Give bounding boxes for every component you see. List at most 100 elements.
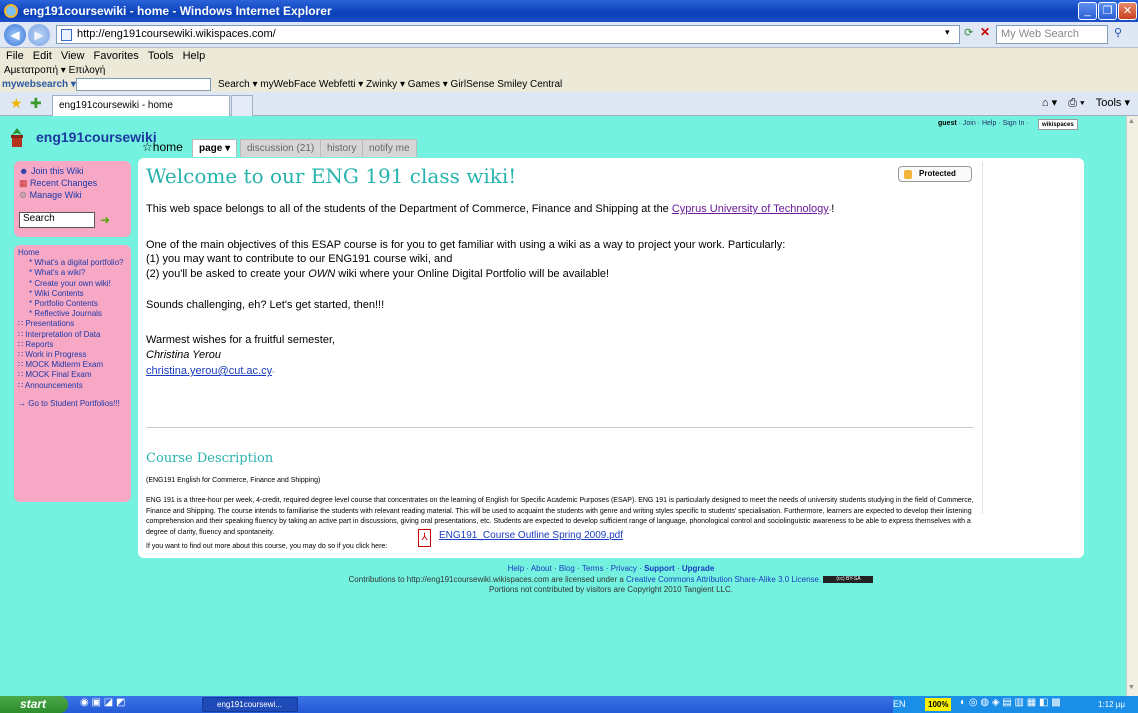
wrench-icon: ⚙	[19, 190, 28, 200]
tab-bar: ★ ✚ eng191coursewiki - home ⌂ ▾ ⎙ ▾ Tool…	[0, 92, 1138, 116]
search-icon[interactable]: ⚲	[1114, 26, 1122, 39]
copyright-text: Portions not contributed by visitors are…	[489, 585, 733, 594]
wikispaces-badge[interactable]: wikispaces	[1038, 119, 1078, 130]
ie-quicklaunch-icon[interactable]: ◉	[80, 697, 89, 708]
menu-view[interactable]: View	[61, 48, 85, 64]
stop-icon[interactable]: ✕	[980, 25, 990, 39]
search-go-icon[interactable]: ➜	[100, 214, 110, 226]
nav-interpretation-of-data[interactable]: ∷ Interpretation of Data	[18, 330, 127, 340]
menu-file[interactable]: File	[6, 48, 24, 64]
back-button[interactable]: ◀	[4, 24, 26, 46]
tab-discussion[interactable]: discussion (21)	[240, 139, 322, 157]
forward-button[interactable]: ▶	[28, 24, 50, 46]
license-link[interactable]: Creative Commons Attribution Share-Alike…	[626, 575, 821, 584]
divider	[146, 427, 974, 428]
recent-changes-link[interactable]: ▦ Recent Changes	[19, 177, 126, 189]
cut-link[interactable]: Cyprus University of Technology	[672, 203, 829, 215]
nav-wiki-contents[interactable]: * Wiki Contents	[18, 289, 127, 299]
tab-history[interactable]: history	[320, 139, 364, 157]
mywebsearch-label[interactable]: mywebsearch ▾	[2, 78, 76, 92]
address-input[interactable]: http://eng191coursewiki.wikispaces.com/	[56, 25, 960, 44]
nav-reports[interactable]: ∷ Reports	[18, 340, 127, 350]
browser-tab[interactable]: eng191coursewiki - home	[52, 95, 230, 116]
upgrade-link[interactable]: Upgrade	[682, 564, 714, 573]
point-one: (1) you may want to contribute to our EN…	[146, 253, 453, 265]
menu-tools[interactable]: Tools	[148, 48, 174, 64]
account-links[interactable]: · Join · Help · Sign In ·	[959, 120, 1029, 127]
nav-announcements[interactable]: ∷ Announcements	[18, 381, 127, 391]
license-text: Contributions to http://eng191coursewiki…	[348, 574, 627, 584]
toolbar-items[interactable]: Search ▾ myWebFace Webfetti ▾ Zwinky ▾ G…	[218, 78, 562, 92]
menu-help[interactable]: Help	[183, 48, 206, 64]
nav-mock-midterm[interactable]: ∷ MOCK Midterm Exam	[18, 360, 127, 370]
support-link[interactable]: Support	[644, 564, 675, 573]
find-out-text: If you want to find out more about this …	[146, 543, 388, 550]
tab-notify-me[interactable]: notify me	[362, 139, 417, 157]
start-button[interactable]: start	[0, 696, 68, 713]
menu-edit[interactable]: Edit	[33, 48, 52, 64]
join-wiki-link[interactable]: ☻ Join this Wiki	[19, 165, 126, 177]
menu-favorites[interactable]: Favorites	[94, 48, 139, 64]
nav-create-wiki[interactable]: * Create your own wiki!	[18, 279, 127, 289]
external-link-icon: ▫	[272, 369, 275, 376]
wiki-name-link[interactable]: eng191coursewiki	[36, 129, 157, 145]
print-icon[interactable]: ⎙ ▾	[1068, 97, 1084, 109]
course-description-heading: Course Description	[146, 451, 274, 466]
nav-work-in-progress[interactable]: ∷ Work in Progress	[18, 350, 127, 360]
email-line: christina.yerou@cut.ac.cy▫	[146, 365, 275, 377]
home-icon[interactable]: ⌂ ▾	[1042, 97, 1057, 109]
calendar-icon: ▦	[19, 178, 28, 188]
mywebsearch-input[interactable]	[76, 78, 211, 91]
vertical-scrollbar[interactable]: ▲ ▼	[1126, 116, 1138, 696]
main-content: Welcome to our ENG 191 class wiki! Prote…	[138, 158, 1084, 558]
tray-icons[interactable]: ◐ ◎ ◍ ◈ ▤ ▥ ▦ ◧ ▩	[960, 697, 1061, 708]
taskbar: start ◉ ▣ ◪ ◩ eng191coursewi... EN 100% …	[0, 696, 1138, 713]
nav-home[interactable]: Home	[18, 248, 127, 258]
tools-menu[interactable]: Tools ▾	[1096, 97, 1130, 109]
ie-logo-icon	[4, 4, 18, 18]
refresh-icon[interactable]: ⟳	[964, 26, 973, 39]
user-links: guest · Join · Help · Sign In ·	[938, 120, 1029, 127]
desktop-icon[interactable]: ◩	[116, 697, 125, 708]
favorites-star-icon[interactable]: ★	[10, 95, 23, 112]
nav-student-portfolios[interactable]: → Go to Student Portfolios!!!	[18, 399, 127, 409]
tab-page[interactable]: page ▾	[192, 139, 238, 157]
quick-launch: ◉ ▣ ◪ ◩	[80, 697, 125, 708]
word-icon[interactable]: ▣	[92, 697, 101, 708]
email-link[interactable]: christina.yerou@cut.ac.cy	[146, 365, 272, 377]
taskbar-window-button[interactable]: eng191coursewi...	[202, 697, 298, 712]
mywebsearch-toolbar: mywebsearch ▾ Search ▾ myWebFace Webfett…	[0, 78, 1138, 92]
nav-presentations[interactable]: ∷ Presentations	[18, 319, 127, 329]
new-tab-button[interactable]	[231, 95, 253, 116]
nav-reflective-journals[interactable]: * Reflective Journals	[18, 309, 127, 319]
menu-bar: File Edit View Favorites Tools Help	[0, 48, 1138, 64]
address-toolbar: ◀ ▶ http://eng191coursewiki.wikispaces.c…	[0, 22, 1138, 48]
nav-mock-final[interactable]: ∷ MOCK Final Exam	[18, 370, 127, 380]
nav-what-is-wiki[interactable]: * What's a wiki?	[18, 268, 127, 278]
point-two: (2) you'll be asked to create your OWN w…	[146, 268, 610, 280]
nav-portfolio-contents[interactable]: * Portfolio Contents	[18, 299, 127, 309]
star-icon[interactable]: ☆	[142, 140, 153, 154]
cc-license-badge[interactable]: (cc) BY-SA	[823, 575, 874, 583]
maximize-button[interactable]: ❐	[1098, 2, 1117, 20]
add-favorites-icon[interactable]: ✚	[30, 95, 42, 112]
language-indicator[interactable]: EN	[893, 696, 906, 713]
close-button[interactable]: ✕	[1118, 2, 1137, 20]
objectives-text: One of the main objectives of this ESAP …	[146, 239, 786, 251]
outlook-icon[interactable]: ◪	[104, 697, 113, 708]
nav-digital-portfolio[interactable]: * What's a digital portfolio?	[18, 258, 127, 268]
wiki-search-input[interactable]: Search	[19, 212, 95, 228]
course-outline-pdf-link[interactable]: ENG191_Course Outline Spring 2009.pdf	[439, 530, 623, 541]
footer-links[interactable]: Help · About · Blog · Terms · Privacy ·	[508, 564, 642, 573]
scroll-down-icon[interactable]: ▼	[1128, 684, 1137, 694]
scroll-up-icon[interactable]: ▲	[1128, 118, 1137, 128]
footer: Help · About · Blog · Terms · Privacy · …	[138, 564, 1084, 596]
manage-wiki-link[interactable]: ⚙ Manage Wiki	[19, 189, 126, 201]
links-row[interactable]: Αμετατροπή ▾ Επιλογή	[4, 65, 105, 76]
sidebar-actions: ☻ Join this Wiki ▦ Recent Changes ⚙ Mana…	[14, 161, 131, 237]
address-dropdown-icon[interactable]: ▾	[945, 27, 950, 38]
live-search-input[interactable]: My Web Search	[996, 25, 1108, 44]
zoom-level[interactable]: 100%	[925, 698, 952, 711]
challenge-text: Sounds challenging, eh? Let's get starte…	[146, 299, 385, 311]
minimize-button[interactable]: _	[1078, 2, 1097, 20]
